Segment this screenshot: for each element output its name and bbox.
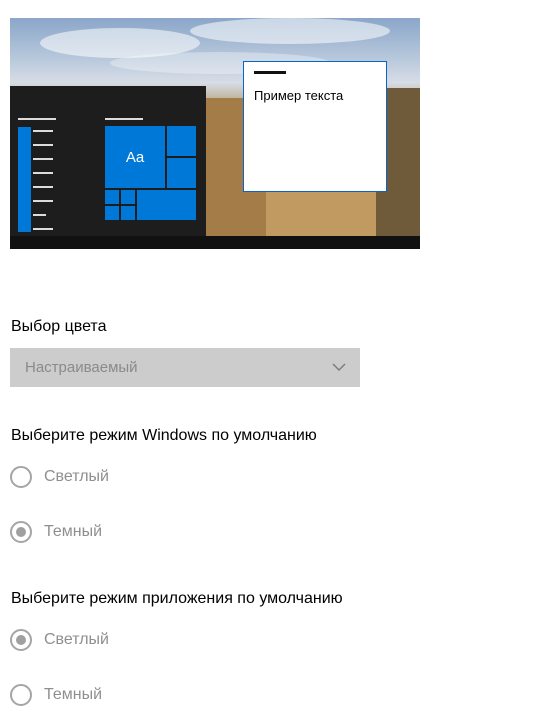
list-line bbox=[33, 200, 53, 202]
taskbar-preview bbox=[10, 236, 420, 249]
windows-mode-dark-radio[interactable]: Темный bbox=[10, 519, 102, 545]
chevron-down-icon bbox=[332, 363, 346, 371]
list-line bbox=[33, 172, 53, 174]
list-line bbox=[33, 228, 53, 230]
radio-circle bbox=[10, 466, 32, 488]
radio-label: Темный bbox=[44, 686, 103, 703]
radio-label: Светлый bbox=[44, 468, 109, 485]
window-preview: Пример текста bbox=[243, 61, 387, 192]
tile bbox=[105, 190, 119, 204]
color-choice-label: Выбор цвета bbox=[11, 318, 107, 335]
radio-label: Темный bbox=[44, 523, 103, 540]
cloud bbox=[190, 18, 390, 44]
list-line bbox=[33, 130, 53, 132]
windows-mode-label: Выберите режим Windows по умолчанию bbox=[11, 427, 317, 444]
windows-mode-light-radio[interactable]: Светлый bbox=[10, 464, 109, 490]
sample-text: Пример текста bbox=[254, 88, 344, 103]
radio-circle-selected bbox=[10, 521, 32, 543]
app-mode-light-radio[interactable]: Светлый bbox=[10, 627, 109, 653]
list-line bbox=[33, 186, 53, 188]
radio-circle bbox=[10, 684, 32, 706]
radio-dot bbox=[16, 527, 26, 537]
app-mode-label: Выберите режим приложения по умолчанию bbox=[11, 590, 343, 607]
theme-preview: Aa Пример текста bbox=[10, 18, 420, 249]
window-title-bar bbox=[254, 71, 286, 74]
tiles-header-line bbox=[105, 118, 143, 120]
list-line bbox=[33, 158, 53, 160]
cliff bbox=[266, 188, 376, 238]
radio-circle-selected bbox=[10, 629, 32, 651]
list-icons bbox=[18, 127, 31, 232]
tile bbox=[167, 126, 196, 156]
tile bbox=[105, 206, 119, 220]
personalization-colors-page: Aa Пример текста Выбор цвета Настраиваем… bbox=[0, 0, 540, 716]
list-line bbox=[33, 144, 53, 146]
tile-wide bbox=[137, 190, 196, 220]
color-choice-dropdown[interactable]: Настраиваемый bbox=[10, 348, 360, 387]
app-mode-dark-radio[interactable]: Темный bbox=[10, 682, 102, 708]
tile-aa: Aa bbox=[105, 126, 165, 188]
radio-dot bbox=[16, 635, 26, 645]
list-header-line bbox=[18, 118, 56, 120]
list-line bbox=[33, 214, 46, 216]
color-choice-value: Настраиваемый bbox=[25, 359, 138, 376]
tile bbox=[121, 190, 135, 204]
tile bbox=[167, 158, 196, 188]
tile bbox=[121, 206, 135, 220]
radio-label: Светлый bbox=[44, 631, 109, 648]
